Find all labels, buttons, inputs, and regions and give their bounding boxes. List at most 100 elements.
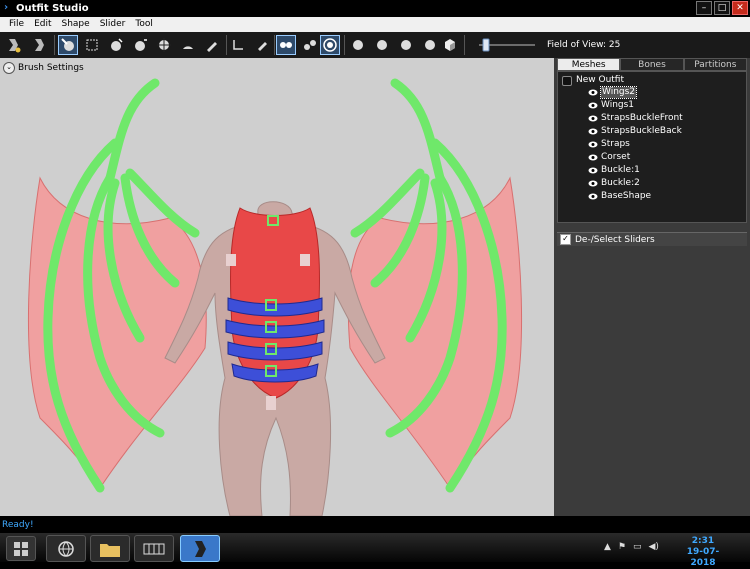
mesh-item-wings2[interactable]: Wings2 bbox=[588, 86, 638, 99]
show-vertices-toggle[interactable] bbox=[276, 35, 296, 55]
chevron-down-icon: ⌄ bbox=[3, 61, 15, 74]
eye-icon[interactable] bbox=[588, 102, 598, 109]
app-chevron-icon: › bbox=[4, 2, 9, 13]
sphere-icon bbox=[353, 40, 363, 50]
standard-brush-tool[interactable] bbox=[58, 35, 78, 55]
mesh-label: Buckle:1 bbox=[601, 165, 640, 175]
target-icon bbox=[323, 38, 337, 52]
sphere-tool-1[interactable] bbox=[348, 35, 368, 55]
eye-icon[interactable] bbox=[588, 141, 598, 148]
wireframe-toggle[interactable] bbox=[300, 35, 320, 55]
system-tray: ▲ ⚑ ▭ ◀) bbox=[604, 542, 659, 552]
menu-bar: File Edit Shape Slider Tool bbox=[0, 17, 750, 32]
taskbar-clock[interactable]: 2:31 19-07-2018 bbox=[676, 536, 730, 569]
tab-bones[interactable]: Bones bbox=[620, 58, 684, 71]
toolbar bbox=[0, 32, 750, 58]
outfit-load-icon bbox=[9, 39, 21, 53]
outfit-render bbox=[27, 78, 523, 516]
eye-icon[interactable] bbox=[588, 167, 598, 174]
mesh-item-buckle-2[interactable]: Buckle:2 bbox=[588, 178, 640, 189]
eye-icon[interactable] bbox=[588, 154, 598, 161]
fov-slider[interactable] bbox=[475, 38, 537, 52]
menu-shape[interactable]: Shape bbox=[57, 17, 95, 32]
toolbar-separator bbox=[464, 35, 465, 55]
taskbar-app-browser[interactable] bbox=[46, 535, 86, 562]
tab-partitions[interactable]: Partitions bbox=[683, 58, 747, 71]
mesh-item-buckle-1[interactable]: Buckle:1 bbox=[588, 165, 640, 176]
cube-tool[interactable] bbox=[440, 35, 460, 55]
volume-icon[interactable]: ◀) bbox=[649, 542, 659, 552]
eye-icon[interactable] bbox=[588, 115, 598, 122]
network-icon[interactable]: ▭ bbox=[633, 542, 642, 552]
mesh-item-straps[interactable]: Straps bbox=[588, 139, 630, 150]
mesh-item-strapsbucklefront[interactable]: StrapsBuckleFront bbox=[588, 113, 683, 124]
title-bar: › Outfit Studio – □ ✕ bbox=[0, 0, 750, 17]
status-text: Ready! bbox=[2, 520, 34, 530]
tree-root[interactable]: New Outfit bbox=[562, 75, 624, 86]
sphere-tool-2[interactable] bbox=[372, 35, 392, 55]
save-outfit-tool[interactable] bbox=[30, 35, 50, 55]
mask-icon bbox=[86, 39, 98, 51]
taskbar: ▲ ⚑ ▭ ◀) 2:31 19-07-2018 bbox=[0, 533, 750, 568]
deselect-sliders-toggle[interactable]: ✓ De-/Select Sliders bbox=[557, 232, 747, 246]
smooth-icon bbox=[183, 46, 193, 49]
tray-expand-icon[interactable]: ▲ bbox=[604, 542, 611, 552]
outfit-save-icon bbox=[35, 39, 44, 51]
deflate-brush-tool[interactable] bbox=[130, 35, 150, 55]
taskbar-app-explorer[interactable] bbox=[90, 535, 130, 562]
mesh-label: Wings2 bbox=[599, 86, 638, 99]
minimize-button[interactable]: – bbox=[696, 1, 712, 15]
mesh-item-baseshape[interactable]: BaseShape bbox=[588, 191, 651, 202]
panel-tabs: Meshes Bones Partitions bbox=[557, 58, 747, 71]
mesh-item-wings1[interactable]: Wings1 bbox=[588, 100, 634, 111]
taskbar-app-outfit-studio[interactable] bbox=[180, 535, 220, 562]
pivot-tool[interactable] bbox=[252, 35, 272, 55]
smooth-brush-tool[interactable] bbox=[178, 35, 198, 55]
brush-icon bbox=[61, 38, 74, 51]
outfit-studio-app-icon bbox=[195, 540, 206, 557]
sphere-icon bbox=[377, 40, 387, 50]
cube-icon bbox=[445, 39, 455, 51]
toolbar-separator bbox=[54, 35, 55, 55]
weight-brush-tool[interactable] bbox=[202, 35, 222, 55]
flag-icon[interactable]: ⚑ bbox=[618, 542, 626, 552]
move-brush-tool[interactable] bbox=[154, 35, 174, 55]
mesh-item-corset[interactable]: Corset bbox=[588, 152, 630, 163]
brush-settings-toggle[interactable]: ⌄ Brush Settings bbox=[3, 61, 84, 74]
tree-root-label: New Outfit bbox=[576, 75, 625, 85]
eye-icon[interactable] bbox=[588, 128, 598, 135]
mask-brush-tool[interactable] bbox=[82, 35, 102, 55]
lighting-toggle[interactable] bbox=[320, 35, 340, 55]
pencil-icon bbox=[258, 42, 267, 51]
3d-viewport[interactable] bbox=[0, 58, 554, 516]
menu-file[interactable]: File bbox=[4, 17, 29, 32]
collapse-icon[interactable] bbox=[562, 75, 572, 86]
eye-icon[interactable] bbox=[588, 193, 598, 200]
grid-app-icon bbox=[143, 543, 165, 554]
close-button[interactable]: ✕ bbox=[732, 1, 748, 15]
load-outfit-tool[interactable] bbox=[4, 35, 24, 55]
mesh-tree: New Outfit Wings2 Wings1 StrapsBuckleFro… bbox=[557, 71, 747, 223]
inflate-brush-tool[interactable] bbox=[106, 35, 126, 55]
menu-slider[interactable]: Slider bbox=[95, 17, 131, 32]
mesh-label: BaseShape bbox=[601, 191, 652, 201]
eye-icon[interactable] bbox=[588, 180, 598, 187]
transform-tool[interactable] bbox=[228, 35, 248, 55]
checkbox-checked-icon[interactable]: ✓ bbox=[560, 234, 571, 245]
sphere-icon bbox=[425, 40, 435, 50]
menu-edit[interactable]: Edit bbox=[29, 17, 56, 32]
mesh-item-strapsbuckleback[interactable]: StrapsBuckleBack bbox=[588, 126, 682, 137]
taskbar-app-console[interactable] bbox=[134, 535, 174, 562]
eye-icon[interactable] bbox=[588, 89, 598, 96]
sphere-tool-4[interactable] bbox=[420, 35, 440, 55]
maximize-button[interactable]: □ bbox=[714, 1, 730, 15]
sphere-tool-3[interactable] bbox=[396, 35, 416, 55]
toolbar-separator bbox=[226, 35, 227, 55]
deselect-sliders-label: De-/Select Sliders bbox=[575, 234, 655, 245]
window-title: Outfit Studio bbox=[16, 3, 89, 14]
menu-tool[interactable]: Tool bbox=[130, 17, 157, 32]
tab-meshes[interactable]: Meshes bbox=[557, 58, 621, 71]
fov-label: Field of View: 25 bbox=[547, 40, 621, 50]
mesh-label: Buckle:2 bbox=[601, 178, 640, 188]
start-button[interactable] bbox=[6, 536, 36, 561]
